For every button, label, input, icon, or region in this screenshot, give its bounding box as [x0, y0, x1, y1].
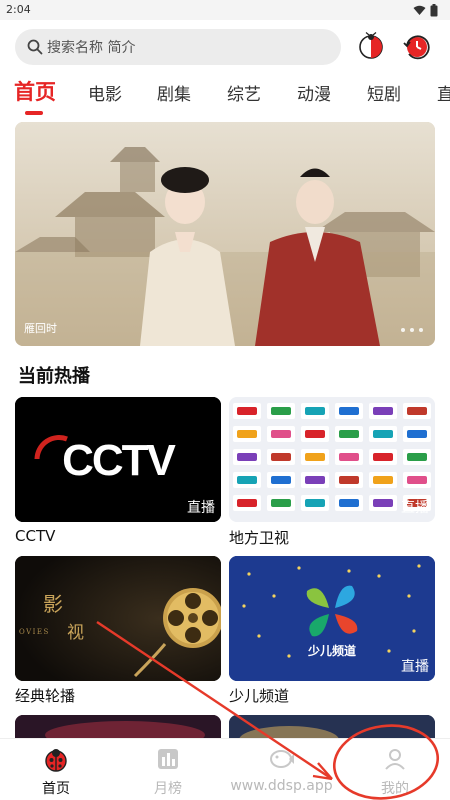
- live-badge: 直播: [187, 500, 215, 516]
- cctv-logo-text: CCTV: [62, 436, 176, 485]
- channel-logo-mark: [339, 453, 359, 461]
- tab-movies[interactable]: 电影: [88, 80, 122, 105]
- classic-text-top: 影: [43, 592, 63, 616]
- channel-logo-mark: [407, 430, 427, 438]
- pagination-dot: [419, 328, 423, 332]
- kids-logo-text: 少儿频道: [307, 643, 356, 658]
- channel-logo-mark: [271, 407, 291, 415]
- star-dot: [387, 649, 391, 653]
- search-input[interactable]: 搜索名称 简介: [15, 29, 341, 65]
- channel-logo-mark: [271, 453, 291, 461]
- channel-logo-mark: [271, 430, 291, 438]
- banner-caption: 雁回时: [24, 322, 57, 335]
- channel-logo-mark: [271, 499, 291, 507]
- user-icon: [385, 749, 405, 770]
- star-dot: [242, 604, 246, 608]
- nav-monthly-chart[interactable]: 月榜: [112, 739, 224, 800]
- status-bar: 2:04: [0, 0, 450, 20]
- channel-card-regional[interactable]: 直播: [229, 397, 435, 522]
- tab-series[interactable]: 剧集: [157, 80, 191, 105]
- film-reel-image: 影 视 OVIES: [15, 556, 221, 681]
- wifi-icon: [413, 5, 426, 15]
- category-tabs: 首页 电影 剧集 综艺 动漫 短剧 直: [0, 72, 450, 112]
- pagination-dot: [410, 328, 414, 332]
- star-dot: [247, 572, 251, 576]
- live-badge: 直播: [401, 500, 429, 516]
- channel-logo-mark: [305, 407, 325, 415]
- channel-card-cctv[interactable]: CCTV 直播: [15, 397, 221, 522]
- channel-logo-mark: [305, 453, 325, 461]
- channel-logo-mark: [237, 476, 257, 484]
- channel-logo-mark: [305, 476, 325, 484]
- search-placeholder: 搜索名称 简介: [47, 40, 136, 56]
- channel-logo-mark: [339, 499, 359, 507]
- star-dot: [347, 569, 351, 573]
- card-label-kids[interactable]: 少儿频道: [229, 685, 289, 706]
- channel-logo-mark: [373, 430, 393, 438]
- star-dot: [377, 574, 381, 578]
- fish-icon: [269, 750, 294, 768]
- ladybug-history-icon[interactable]: [357, 32, 385, 60]
- star-dot: [257, 634, 261, 638]
- channel-logo-mark: [373, 499, 393, 507]
- classic-text-bottom: 视: [67, 623, 84, 643]
- star-dot: [287, 654, 291, 658]
- card-label-classic[interactable]: 经典轮播: [15, 685, 75, 706]
- status-time: 2:04: [6, 3, 31, 16]
- channel-logo-mark: [237, 430, 257, 438]
- chart-icon: [158, 749, 178, 769]
- star-dot: [417, 564, 421, 568]
- star-dot: [297, 566, 301, 570]
- nav-label: 我的: [381, 781, 409, 797]
- channel-logo-mark: [373, 453, 393, 461]
- live-badge: 直播: [401, 659, 429, 675]
- channel-logo-mark: [407, 453, 427, 461]
- channel-logo-mark: [339, 430, 359, 438]
- tab-variety[interactable]: 综艺: [227, 80, 261, 105]
- star-dot: [412, 629, 416, 633]
- battery-icon: [430, 3, 438, 16]
- nav-home[interactable]: 首页: [0, 739, 112, 800]
- banner-image: [15, 122, 435, 346]
- active-tab-indicator: [25, 111, 43, 115]
- star-dot: [407, 594, 411, 598]
- pagination-dot: [401, 328, 405, 332]
- tab-short-drama[interactable]: 短剧: [367, 80, 401, 105]
- tab-live[interactable]: 直: [437, 80, 450, 105]
- nav-profile[interactable]: 我的: [339, 739, 450, 800]
- status-icons: [413, 3, 438, 17]
- classic-side-text: OVIES: [19, 628, 50, 636]
- section-title: 当前热播: [18, 366, 90, 387]
- ladybug-home-icon: [45, 749, 67, 772]
- channel-logo-mark: [237, 499, 257, 507]
- search-icon: [27, 39, 43, 55]
- channel-logo-mark: [237, 407, 257, 415]
- channel-logo-mark: [339, 476, 359, 484]
- history-icon[interactable]: [403, 32, 431, 60]
- nav-website[interactable]: www.ddsp.app: [224, 739, 339, 800]
- bottom-navigation: 首页 月榜 www.ddsp.app 我的: [0, 738, 450, 800]
- channel-logo-mark: [271, 476, 291, 484]
- channel-logo-mark: [237, 453, 257, 461]
- card-label-regional[interactable]: 地方卫视: [229, 527, 289, 548]
- channel-logo-mark: [373, 476, 393, 484]
- banner-pagination: [401, 328, 423, 332]
- featured-banner[interactable]: 雁回时: [15, 122, 435, 346]
- nav-label: 首页: [42, 781, 70, 797]
- channel-logo-mark: [305, 430, 325, 438]
- tab-home[interactable]: 首页: [14, 76, 56, 106]
- channel-logo-mark: [407, 407, 427, 415]
- channel-card-classic[interactable]: 影 视 OVIES: [15, 556, 221, 681]
- channel-logo-mark: [373, 407, 393, 415]
- channel-logo-mark: [305, 499, 325, 507]
- tab-anime[interactable]: 动漫: [297, 80, 331, 105]
- nav-label: 月榜: [154, 781, 182, 797]
- channel-card-kids[interactable]: 少儿频道 直播: [229, 556, 435, 681]
- nav-label: www.ddsp.app: [230, 778, 333, 794]
- channel-logo-mark: [339, 407, 359, 415]
- star-dot: [272, 594, 276, 598]
- card-label-cctv[interactable]: CCTV: [15, 527, 55, 545]
- channel-logo-mark: [407, 476, 427, 484]
